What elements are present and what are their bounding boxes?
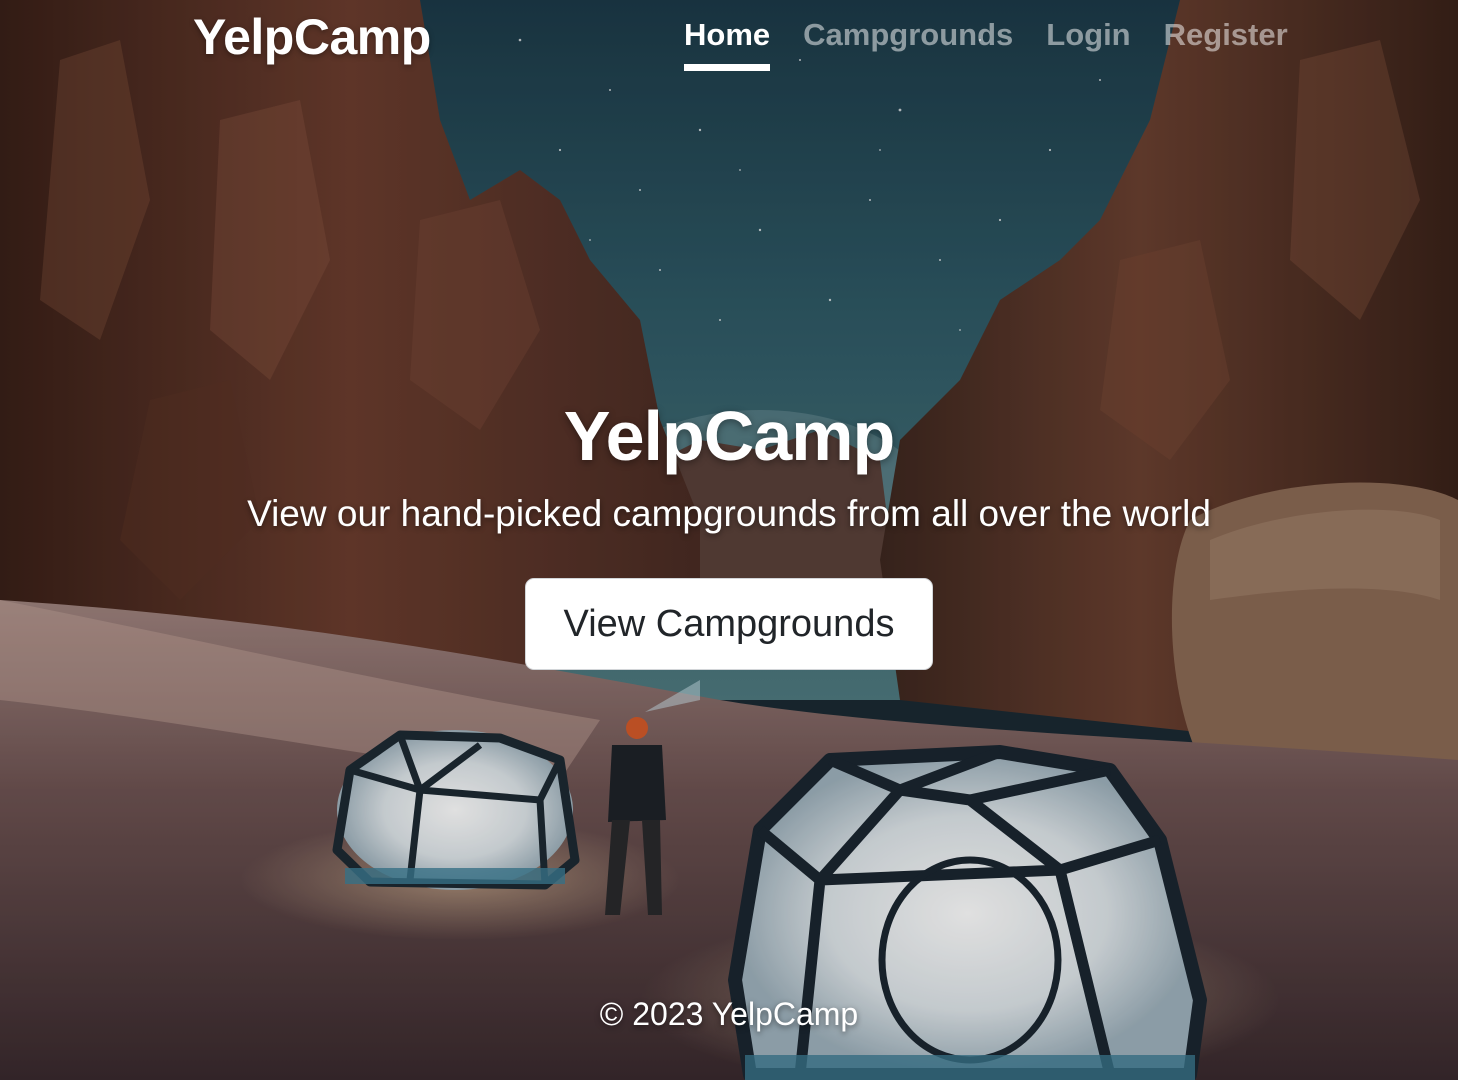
nav-link-campgrounds[interactable]: Campgrounds [803,17,1013,71]
nav-link-register[interactable]: Register [1164,17,1288,71]
navbar: YelpCamp Home Campgrounds Login Register [0,0,1458,80]
nav-link-home[interactable]: Home [684,17,771,71]
hero: YelpCamp View our hand-picked campground… [0,388,1458,670]
nav-links: Home Campgrounds Login Register [684,17,1288,71]
footer-copyright: © 2023 YelpCamp [599,996,859,1032]
view-campgrounds-button[interactable]: View Campgrounds [525,578,933,670]
nav-link-login[interactable]: Login [1046,17,1130,71]
brand-link[interactable]: YelpCamp [193,8,431,66]
landing-page: YelpCamp Home Campgrounds Login Register… [0,0,1458,1080]
hero-title: YelpCamp [563,397,895,475]
footer: © 2023 YelpCamp [0,996,1458,1033]
hero-lead: View our hand-picked campgrounds from al… [247,493,1211,534]
